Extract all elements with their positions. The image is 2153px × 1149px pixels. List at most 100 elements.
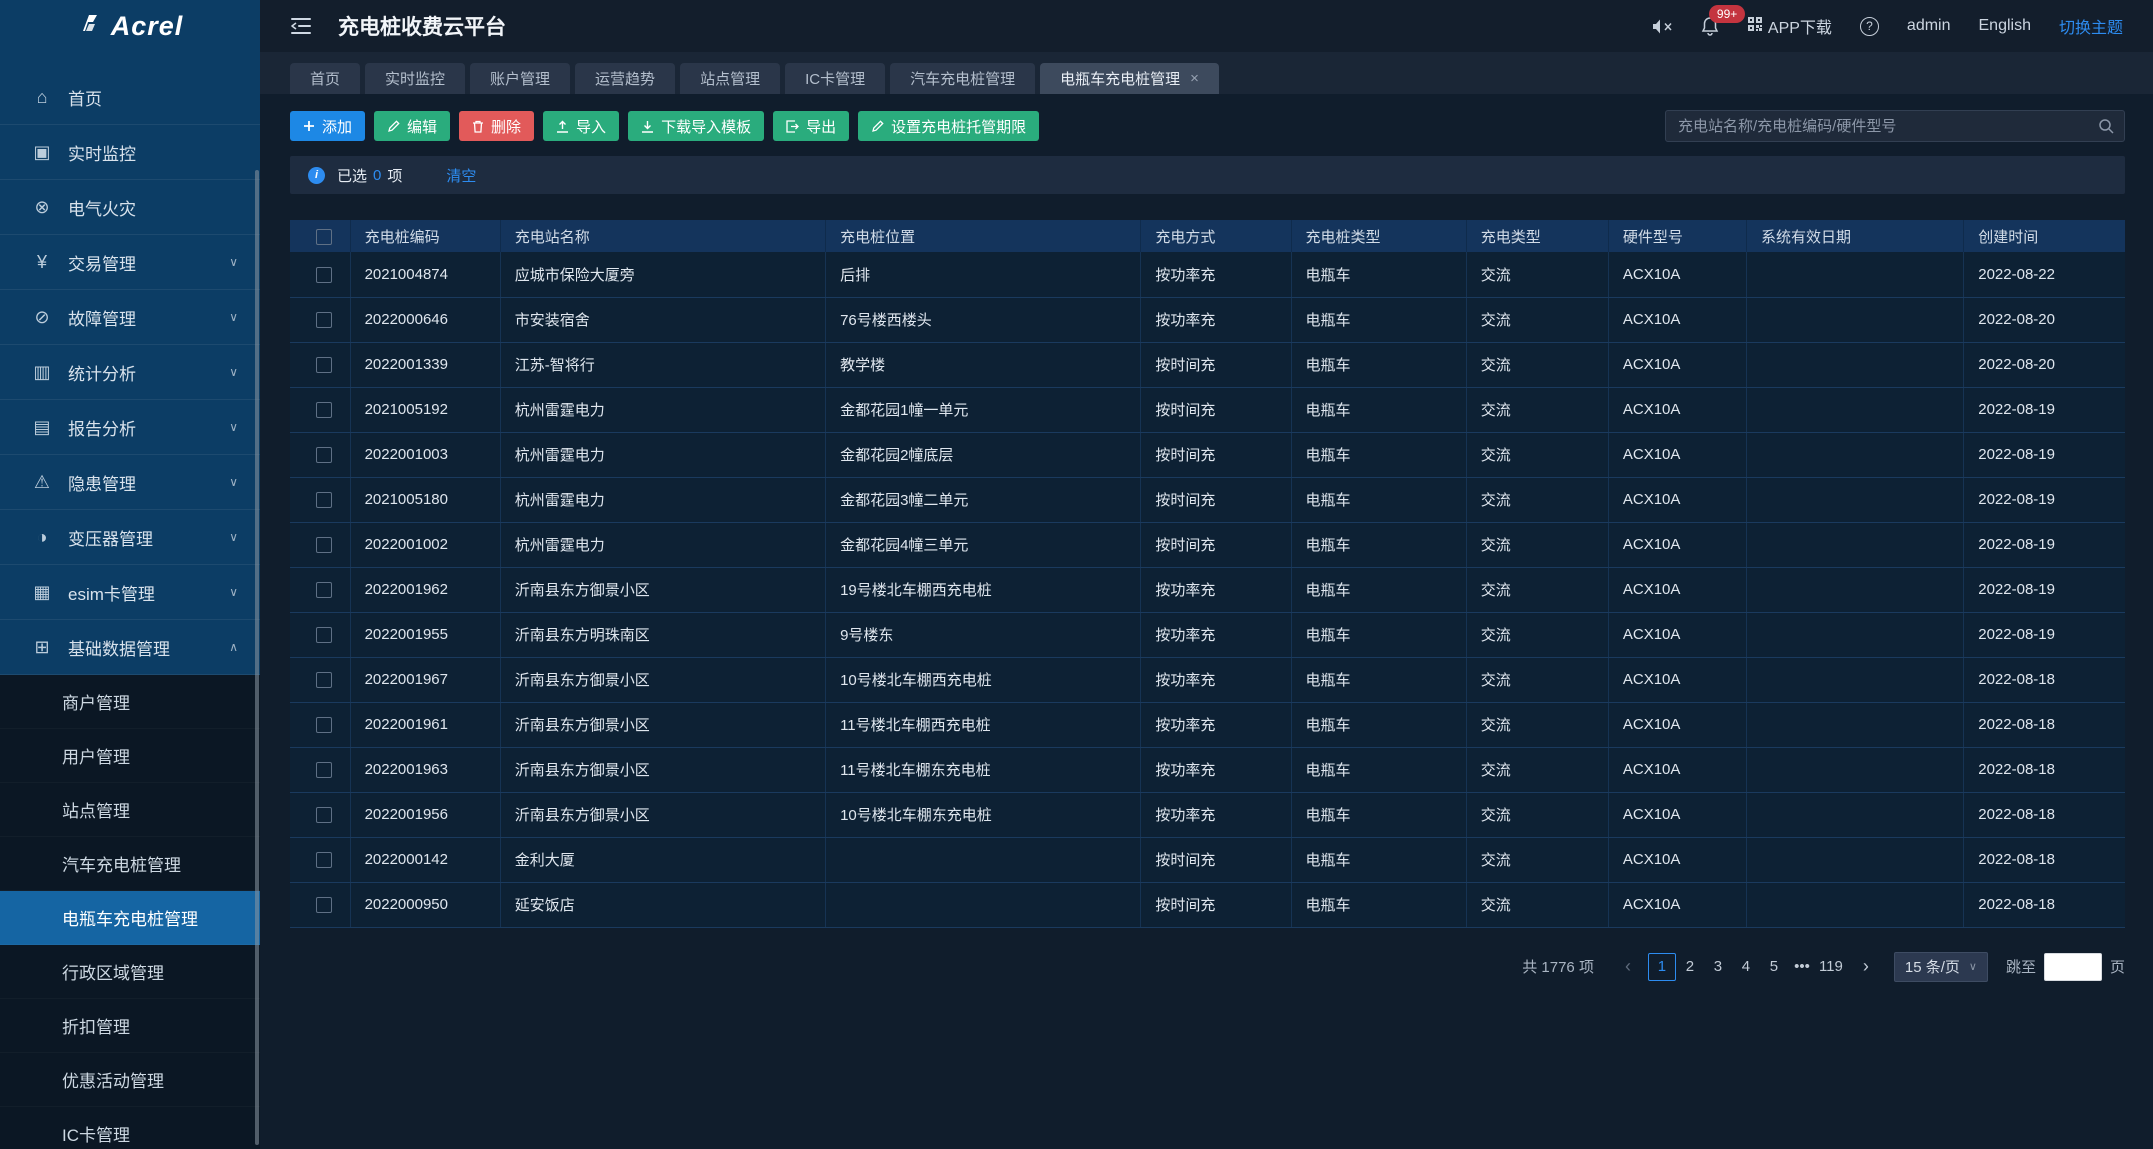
page-button[interactable]: 5 xyxy=(1760,953,1788,981)
sidebar-subitem[interactable]: 站点管理 xyxy=(0,783,260,837)
page-button[interactable]: 2 xyxy=(1676,953,1704,981)
sidebar-subitem[interactable]: 优惠活动管理 xyxy=(0,1053,260,1107)
page-button[interactable]: 3 xyxy=(1704,953,1732,981)
table-row[interactable]: 2022000950 延安饭店 按时间充 电瓶车 交流 ACX10A 2022-… xyxy=(290,882,2125,927)
tab[interactable]: 实时监控 xyxy=(365,63,465,94)
download-template-button[interactable]: 下载导入模板 xyxy=(628,111,764,141)
mute-icon[interactable] xyxy=(1652,18,1673,35)
page-button[interactable]: 119 xyxy=(1816,953,1846,981)
cell-created-time: 2022-08-19 xyxy=(1964,387,2125,432)
table-header-row: 充电桩编码 充电站名称 充电桩位置 充电方式 充电桩类型 充电类型 xyxy=(290,220,2125,252)
cell-pile-location: 11号楼北车棚西充电桩 xyxy=(826,702,1141,747)
row-checkbox[interactable] xyxy=(316,402,332,418)
language-switch[interactable]: English xyxy=(1979,17,2031,35)
app-download-button[interactable]: APP下载 xyxy=(1747,14,1832,38)
theme-switch-link[interactable]: 切换主题 xyxy=(2059,14,2123,38)
row-checkbox[interactable] xyxy=(316,807,332,823)
sidebar-scrollbar[interactable] xyxy=(255,170,259,1145)
menu-fold-icon[interactable] xyxy=(290,17,312,35)
tab[interactable]: 汽车充电桩管理 xyxy=(890,63,1035,94)
table-row[interactable]: 2022000142 金利大厦 按时间充 电瓶车 交流 ACX10A 2022-… xyxy=(290,837,2125,882)
row-checkbox[interactable] xyxy=(316,312,332,328)
sidebar-subitem[interactable]: 电瓶车充电桩管理 xyxy=(0,891,260,945)
tab[interactable]: IC卡管理 xyxy=(785,63,885,94)
row-checkbox[interactable] xyxy=(316,672,332,688)
sidebar-item[interactable]: ▦ esim卡管理 ∨ xyxy=(0,565,260,620)
sidebar-item[interactable]: ¥ 交易管理 ∨ xyxy=(0,235,260,290)
sidebar-item[interactable]: ⚠ 隐患管理 ∨ xyxy=(0,455,260,510)
table-row[interactable]: 2022001339 江苏-智将行 教学楼 按时间充 电瓶车 交流 ACX10A… xyxy=(290,342,2125,387)
row-checkbox[interactable] xyxy=(316,627,332,643)
row-checkbox[interactable] xyxy=(316,897,332,913)
sidebar-subitem[interactable]: 折扣管理 xyxy=(0,999,260,1053)
row-checkbox[interactable] xyxy=(316,717,332,733)
table-row[interactable]: 2022001956 沂南县东方御景小区 10号楼北车棚东充电桩 按功率充 电瓶… xyxy=(290,792,2125,837)
username[interactable]: admin xyxy=(1907,17,1951,35)
select-all-checkbox[interactable] xyxy=(316,229,332,245)
table-row[interactable]: 2022001955 沂南县东方明珠南区 9号楼东 按功率充 电瓶车 交流 AC… xyxy=(290,612,2125,657)
delete-button[interactable]: 删除 xyxy=(459,111,534,141)
help-icon[interactable]: ? xyxy=(1860,17,1879,36)
table-row[interactable]: 2022001961 沂南县东方御景小区 11号楼北车棚西充电桩 按功率充 电瓶… xyxy=(290,702,2125,747)
tab-close-icon[interactable]: × xyxy=(1190,70,1199,87)
import-button[interactable]: 导入 xyxy=(543,111,619,141)
table-row[interactable]: 2022001967 沂南县东方御景小区 10号楼北车棚西充电桩 按功率充 电瓶… xyxy=(290,657,2125,702)
tab[interactable]: 站点管理 xyxy=(680,63,780,94)
table-row[interactable]: 2022000646 市安装宿舍 76号楼西楼头 按功率充 电瓶车 交流 ACX… xyxy=(290,297,2125,342)
jump-page-input[interactable] xyxy=(2044,953,2102,981)
tab[interactable]: 首页 xyxy=(290,63,360,94)
sidebar-subitem-label: 站点管理 xyxy=(62,797,130,822)
table-row[interactable]: 2021005180 杭州雷霆电力 金都花园3幢二单元 按时间充 电瓶车 交流 … xyxy=(290,477,2125,522)
tab[interactable]: 账户管理 xyxy=(470,63,570,94)
sidebar-subitem[interactable]: 行政区域管理 xyxy=(0,945,260,999)
sidebar-subitem[interactable]: 用户管理 xyxy=(0,729,260,783)
sidebar-item[interactable]: ⌂ 首页 xyxy=(0,70,260,125)
export-button[interactable]: 导出 xyxy=(773,111,849,141)
page-title: 充电桩收费云平台 xyxy=(338,11,506,41)
search-icon[interactable] xyxy=(2098,118,2114,139)
table-row[interactable]: 2021005192 杭州雷霆电力 金都花园1幢一单元 按时间充 电瓶车 交流 … xyxy=(290,387,2125,432)
cell-created-time: 2022-08-19 xyxy=(1964,522,2125,567)
app-download-label: APP下载 xyxy=(1768,14,1832,38)
sidebar-item[interactable]: ⊞ 基础数据管理 ∧ xyxy=(0,620,260,675)
cell-pile-location: 金都花园4幢三单元 xyxy=(826,522,1141,567)
sidebar-item[interactable]: ⊗ 电气火灾 xyxy=(0,180,260,235)
sidebar-subitem[interactable]: IC卡管理 xyxy=(0,1107,260,1149)
table-row[interactable]: 2022001963 沂南县东方御景小区 11号楼北车棚东充电桩 按功率充 电瓶… xyxy=(290,747,2125,792)
next-page-icon[interactable]: › xyxy=(1854,956,1878,977)
set-hosting-period-button[interactable]: 设置充电桩托管期限 xyxy=(858,111,1039,141)
row-checkbox[interactable] xyxy=(316,267,332,283)
sidebar-item[interactable]: ▣ 实时监控 xyxy=(0,125,260,180)
page-button[interactable]: 4 xyxy=(1732,953,1760,981)
row-checkbox[interactable] xyxy=(316,447,332,463)
add-button[interactable]: 添加 xyxy=(290,111,365,141)
row-checkbox[interactable] xyxy=(316,492,332,508)
row-checkbox[interactable] xyxy=(316,357,332,373)
clear-selection-link[interactable]: 清空 xyxy=(446,165,476,186)
base-data-icon: ⊞ xyxy=(30,637,54,658)
notification-bell-icon[interactable]: 99+ xyxy=(1701,16,1719,36)
search-input[interactable] xyxy=(1665,110,2125,142)
table-row[interactable]: 2022001962 沂南县东方御景小区 19号楼北车棚西充电桩 按功率充 电瓶… xyxy=(290,567,2125,612)
cell-charge-type: 交流 xyxy=(1466,252,1608,297)
sidebar-item[interactable]: ▤ 报告分析 ∨ xyxy=(0,400,260,455)
row-checkbox[interactable] xyxy=(316,537,332,553)
tab[interactable]: 运营趋势 xyxy=(575,63,675,94)
row-checkbox[interactable] xyxy=(316,852,332,868)
row-checkbox[interactable] xyxy=(316,582,332,598)
sidebar-item[interactable]: ▥ 统计分析 ∨ xyxy=(0,345,260,400)
edit-button[interactable]: 编辑 xyxy=(374,111,450,141)
page-button[interactable]: ••• xyxy=(1788,953,1816,981)
page-size-select[interactable]: 15 条/页 ∨ xyxy=(1894,952,1988,982)
table-row[interactable]: 2022001003 杭州雷霆电力 金都花园2幢底层 按时间充 电瓶车 交流 A… xyxy=(290,432,2125,477)
sidebar-item[interactable]: ◑ 变压器管理 ∨ xyxy=(0,510,260,565)
row-checkbox[interactable] xyxy=(316,762,332,778)
prev-page-icon[interactable]: ‹ xyxy=(1616,956,1640,977)
sidebar-subitem[interactable]: 汽车充电桩管理 xyxy=(0,837,260,891)
table-row[interactable]: 2021004874 应城市保险大厦旁 后排 按功率充 电瓶车 交流 ACX10… xyxy=(290,252,2125,297)
tab[interactable]: 电瓶车充电桩管理 × xyxy=(1040,63,1219,94)
table-row[interactable]: 2022001002 杭州雷霆电力 金都花园4幢三单元 按时间充 电瓶车 交流 … xyxy=(290,522,2125,567)
page-button[interactable]: 1 xyxy=(1648,953,1676,981)
sidebar-subitem[interactable]: 商户管理 xyxy=(0,675,260,729)
sidebar-item[interactable]: ⊘ 故障管理 ∨ xyxy=(0,290,260,345)
